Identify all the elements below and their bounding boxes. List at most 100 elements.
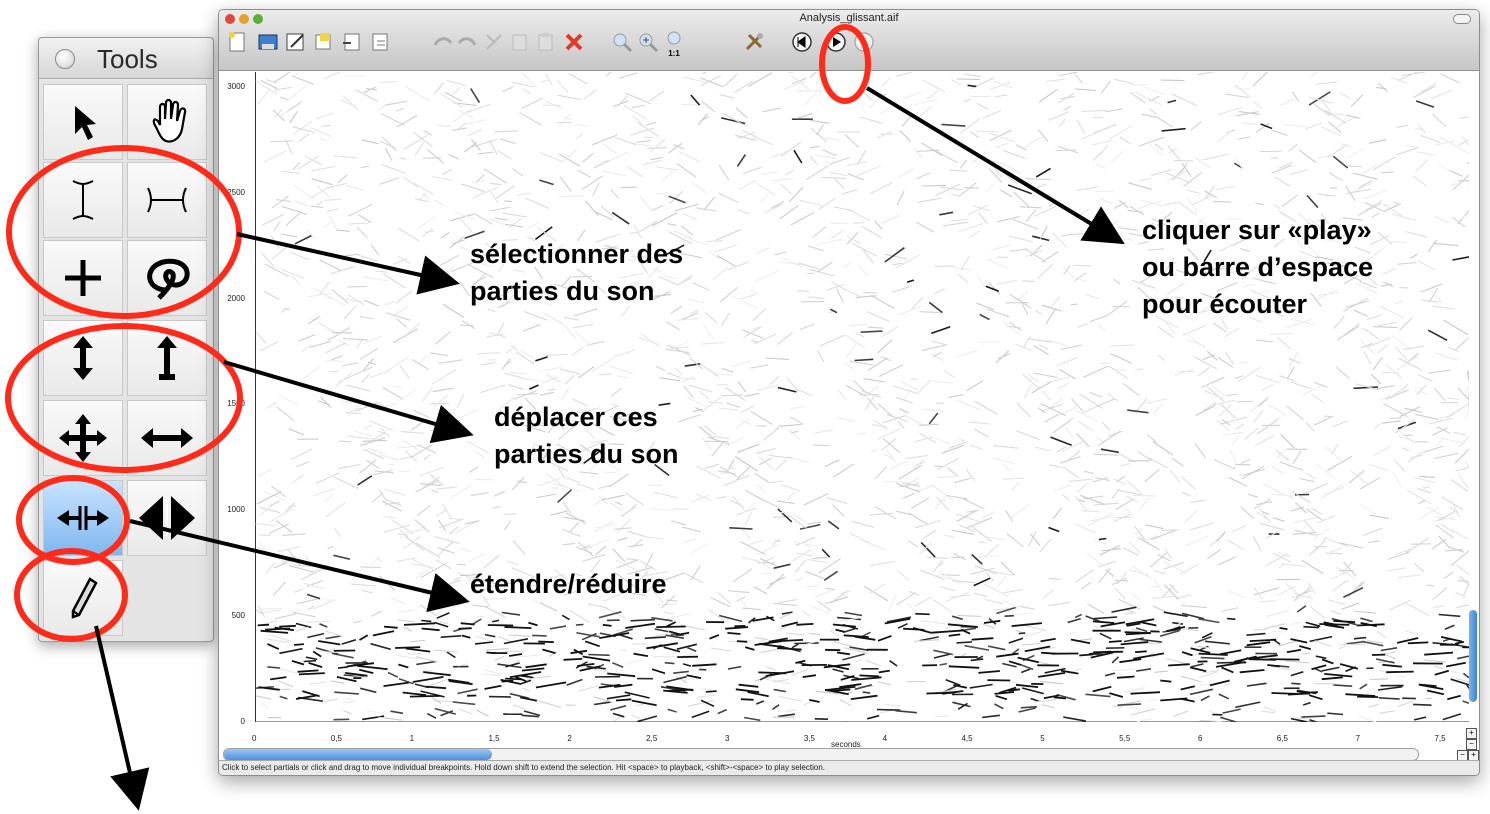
partial-segment — [756, 544, 779, 556]
partial-segment — [1339, 542, 1364, 549]
partial-segment — [1052, 507, 1063, 520]
tool-move-free[interactable] — [43, 400, 123, 476]
partial-segment — [1158, 326, 1175, 339]
partial-segment — [1122, 382, 1140, 397]
partial-segment — [982, 511, 995, 519]
stop-icon[interactable] — [853, 31, 875, 53]
tool-move-horizontal[interactable] — [127, 400, 207, 476]
partial-segment — [1246, 641, 1271, 647]
partial-segment — [682, 653, 694, 657]
save-icon[interactable] — [257, 31, 279, 53]
partial-segment — [1180, 685, 1196, 691]
partial-segment — [1286, 367, 1295, 379]
partial-segment — [461, 320, 476, 330]
toolbar-toggle-button[interactable] — [1453, 14, 1471, 24]
tool-hand[interactable] — [127, 84, 207, 160]
tool-move-vertical[interactable] — [43, 320, 123, 396]
zoom-in-icon[interactable] — [637, 31, 659, 53]
partial-segment — [335, 253, 360, 258]
partial-segment — [538, 366, 563, 373]
partial-segment — [522, 687, 530, 692]
partial-segment — [519, 112, 542, 126]
vertical-zoom-in-icon[interactable]: + — [1466, 728, 1477, 739]
partial-segment — [950, 556, 965, 559]
partial-segment — [1373, 423, 1382, 429]
partial-segment — [646, 642, 678, 650]
undo-icon[interactable] — [431, 31, 453, 53]
cut-icon[interactable] — [483, 31, 505, 53]
zoom-out-icon[interactable] — [611, 31, 633, 53]
partial-segment — [928, 301, 943, 314]
partial-segment — [1008, 637, 1024, 644]
tool-pencil[interactable] — [43, 560, 123, 636]
tool-crosshair[interactable] — [43, 240, 123, 316]
partial-segment — [470, 88, 481, 104]
partial-segment — [780, 183, 792, 195]
partial-segment — [342, 95, 359, 111]
tool-compress[interactable] — [127, 480, 207, 556]
copy-doc-icon[interactable] — [313, 31, 335, 53]
partial-segment — [899, 130, 912, 143]
partial-segment — [1130, 542, 1141, 553]
partial-segment — [1395, 675, 1406, 678]
partial-segment — [581, 175, 603, 190]
horizontal-scroll-thumb[interactable] — [224, 749, 492, 760]
partial-segment — [790, 212, 815, 226]
partial-segment — [761, 170, 778, 176]
partials-plot[interactable] — [255, 72, 1469, 722]
close-radio-icon[interactable] — [55, 49, 75, 69]
delete-icon[interactable] — [563, 31, 585, 53]
partial-segment — [814, 429, 834, 434]
window-titlebar[interactable]: Analysis_glissant.aif 1:1 — [219, 10, 1479, 71]
partial-segment — [653, 655, 678, 658]
partial-segment — [821, 176, 847, 180]
export2-icon[interactable] — [369, 31, 391, 53]
tools-icon[interactable] — [743, 31, 765, 53]
copy-icon[interactable] — [509, 31, 531, 53]
partial-segment — [982, 714, 1000, 719]
zoom-1to1-button[interactable]: 1:1 — [663, 31, 685, 58]
partial-segment — [649, 507, 674, 512]
vertical-scrollbar[interactable] — [1469, 610, 1477, 702]
play-icon[interactable] — [825, 31, 847, 53]
partial-segment — [574, 123, 589, 128]
redo-icon[interactable] — [457, 31, 479, 53]
partial-segment — [1237, 366, 1261, 383]
partial-segment — [673, 670, 689, 674]
partial-segment — [386, 356, 409, 372]
tool-select-arrow[interactable] — [43, 84, 123, 160]
partial-segment — [411, 421, 424, 431]
partial-segment — [756, 700, 765, 705]
partial-segment — [1153, 570, 1166, 575]
tools-titlebar[interactable]: Tools — [39, 38, 213, 79]
tool-horizontal-select[interactable] — [127, 162, 207, 238]
edit-icon[interactable] — [285, 31, 307, 53]
partial-segment — [650, 156, 663, 161]
partial-segment — [333, 155, 358, 159]
tool-move-vertical-up[interactable] — [127, 320, 207, 396]
partial-segment — [535, 356, 548, 362]
partial-segment — [923, 408, 944, 413]
partial-segment — [1254, 434, 1275, 447]
partial-segment — [1360, 617, 1373, 623]
partial-segment — [849, 323, 867, 327]
partial-segment — [1290, 595, 1312, 598]
partial-segment — [294, 234, 312, 245]
partial-segment — [617, 537, 628, 542]
paste-icon[interactable] — [535, 31, 557, 53]
vertical-zoom-out-icon[interactable]: − — [1466, 739, 1477, 750]
tool-lasso[interactable] — [127, 240, 207, 316]
rewind-icon[interactable] — [791, 31, 813, 53]
new-icon[interactable] — [227, 31, 249, 53]
partial-segment — [341, 362, 359, 367]
partial-segment — [540, 602, 558, 612]
export-icon[interactable] — [341, 31, 363, 53]
tool-vertical-select[interactable] — [43, 162, 123, 238]
partial-segment — [255, 523, 275, 526]
partial-segment — [959, 497, 985, 510]
partial-segment — [976, 103, 989, 110]
partial-segment — [266, 401, 277, 410]
partial-segment — [1218, 556, 1237, 566]
tool-stretch[interactable] — [43, 480, 123, 556]
partial-segment — [525, 663, 547, 669]
